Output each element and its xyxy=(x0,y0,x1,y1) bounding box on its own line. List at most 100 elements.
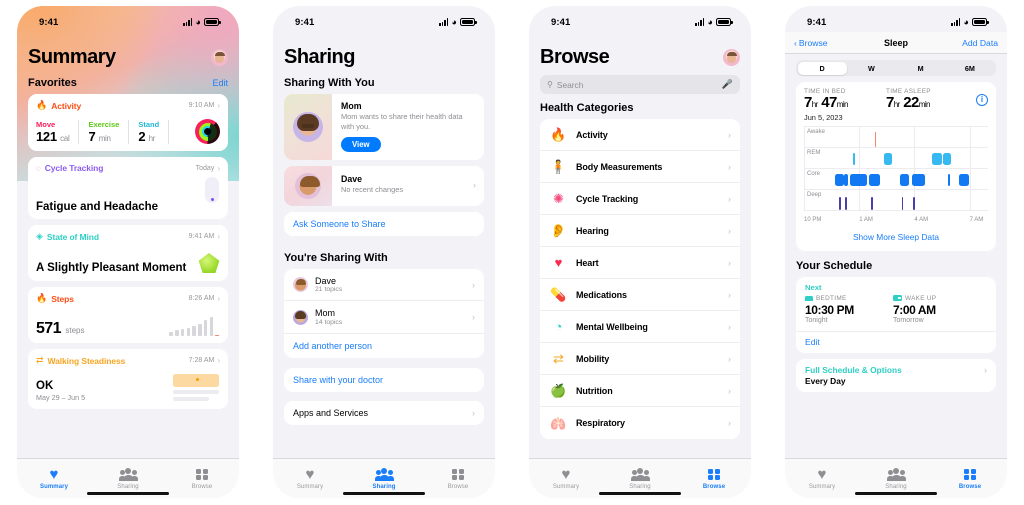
tab-label: Summary xyxy=(39,484,69,490)
tab-bar[interactable]: ♥ Summary Sharing Browse xyxy=(785,458,1007,498)
section-sharing-with-you: Sharing With You xyxy=(273,71,495,94)
status-bar: 9:41 ◕ xyxy=(785,6,1007,32)
page-title: Browse xyxy=(540,46,610,68)
tab-browse[interactable]: Browse xyxy=(165,467,239,490)
tab-sharing[interactable]: Sharing xyxy=(347,467,421,490)
card-title: Walking Steadiness xyxy=(47,355,126,366)
share-request-mom[interactable]: Mom Mom wants to share their health data… xyxy=(284,94,484,160)
doctor-card[interactable]: Share with your doctor xyxy=(284,367,484,392)
sleep-summary-card[interactable]: TIME IN BED 7hr 47min TIME ASLEEP 7hr 22… xyxy=(796,82,996,251)
edit-schedule-button[interactable]: Edit xyxy=(796,332,996,353)
wakeup-label: WAKE UP xyxy=(905,294,937,302)
sharing-screen[interactable]: Sharing Sharing With You Mom Mom wants t… xyxy=(273,32,495,458)
sleep-segment-deep xyxy=(871,196,873,210)
category-row-cycle-tracking[interactable]: ✺ Cycle Tracking › xyxy=(540,183,740,215)
category-row-body-measurements[interactable]: 🧍 Body Measurements › xyxy=(540,151,740,183)
card-activity[interactable]: 🔥 Activity 9:10 AM › Move 121 cal Exerci… xyxy=(28,94,228,151)
schedule-card[interactable]: Next BEDTIME 10:30 PM Tonight WAKE UP 7:… xyxy=(796,276,996,353)
tab-summary[interactable]: ♥ Summary xyxy=(17,467,91,490)
chevron-right-icon: › xyxy=(984,364,987,375)
tab-bar[interactable]: ♥ Summary Sharing Browse xyxy=(17,458,239,498)
tab-sharing[interactable]: Sharing xyxy=(91,467,165,490)
chevron-right-icon: › xyxy=(472,279,475,290)
show-more-sleep-data-link[interactable]: Show More Sleep Data xyxy=(804,224,988,244)
tab-browse[interactable]: Browse xyxy=(677,467,751,490)
grid-icon xyxy=(196,468,208,481)
tab-summary[interactable]: ♥ Summary xyxy=(273,467,347,490)
sleep-screen[interactable]: D W M 6M TIME IN BED 7hr 47min TIME ASLE… xyxy=(785,54,1007,458)
info-icon[interactable]: i xyxy=(976,93,988,106)
add-another-person-link[interactable]: Add another person xyxy=(293,341,475,351)
category-row-mobility[interactable]: ⇄ Mobility › xyxy=(540,343,740,375)
microphone-icon[interactable]: 🎤 xyxy=(722,79,733,90)
card-steps[interactable]: 🔥 Steps 8:26 AM › 571 steps xyxy=(28,287,228,343)
tab-browse[interactable]: Browse xyxy=(933,467,1007,490)
card-state-of-mind[interactable]: ◈ State of Mind 9:41 AM › A Slightly Ple… xyxy=(28,225,228,281)
share-name: Dave xyxy=(341,173,363,184)
sleep-segment-deep xyxy=(901,196,904,210)
share-request-dave[interactable]: Dave No recent changes › xyxy=(284,165,484,206)
profile-avatar[interactable] xyxy=(211,49,228,66)
segment-month[interactable]: M xyxy=(896,62,945,75)
section-title: Health Categories xyxy=(540,102,634,114)
sleep-segment-core xyxy=(844,173,849,186)
tab-bar[interactable]: ♥ Summary Sharing Browse xyxy=(273,458,495,498)
tab-sharing[interactable]: Sharing xyxy=(859,467,933,490)
favorites-header: Favorites Edit xyxy=(17,71,239,94)
segment-day[interactable]: D xyxy=(797,61,847,75)
card-cycle-tracking[interactable]: ◌ Cycle Tracking Today › Fatigue and Hea… xyxy=(28,157,228,219)
ask-someone-card[interactable]: Ask Someone to Share xyxy=(284,211,484,236)
category-row-mental-wellbeing[interactable]: ◔ Mental Wellbeing › xyxy=(540,311,740,343)
metric-hours: 7 xyxy=(886,94,894,111)
steps-bar xyxy=(203,320,208,336)
view-button[interactable]: View xyxy=(341,136,381,152)
list-item[interactable]: Add another person xyxy=(284,334,484,358)
range-segmented-control[interactable]: D W M 6M xyxy=(796,60,996,76)
add-data-button[interactable]: Add Data xyxy=(962,38,998,48)
category-row-medications[interactable]: 💊 Medications › xyxy=(540,279,740,311)
flame-icon: 🔥 xyxy=(36,100,48,110)
nav-bar[interactable]: ‹ Browse Sleep Add Data xyxy=(785,32,1007,54)
tab-summary[interactable]: ♥ Summary xyxy=(529,467,603,490)
metric-value: 7 xyxy=(88,129,96,144)
list-item[interactable]: Ask Someone to Share xyxy=(284,212,484,236)
grid-icon xyxy=(452,468,464,481)
full-schedule-card[interactable]: Full Schedule & Options Every Day › xyxy=(796,358,996,392)
health-categories-list[interactable]: 🔥 Activity › 🧍 Body Measurements › ✺ Cycle Trac… xyxy=(540,119,740,439)
metric-unit: hr xyxy=(148,134,156,143)
category-row-respiratory[interactable]: 🫁 Respiratory › xyxy=(540,407,740,439)
search-input[interactable]: ⚲ Search 🎤 xyxy=(540,75,740,94)
category-row-hearing[interactable]: 👂 Hearing › xyxy=(540,215,740,247)
list-item[interactable]: Apps and Services › xyxy=(284,401,484,425)
profile-avatar[interactable] xyxy=(723,49,740,66)
back-button[interactable]: ‹ Browse xyxy=(794,38,828,48)
chart-gridline xyxy=(804,126,805,210)
segment-week[interactable]: W xyxy=(847,62,896,75)
cellular-bars-icon xyxy=(183,18,193,26)
x-axis-tick: 4 AM xyxy=(914,216,929,223)
summary-screen[interactable]: Summary Favorites Edit 🔥 Activity 9:10 A… xyxy=(17,32,239,458)
sleep-segment-core xyxy=(958,173,969,186)
outgoing-list[interactable]: Dave 21 topics › Mom 14 topics › Add ano… xyxy=(284,268,484,358)
apps-services-card[interactable]: Apps and Services › xyxy=(284,400,484,425)
segment-6month[interactable]: 6M xyxy=(945,62,994,75)
tab-bar[interactable]: ♥ Summary Sharing Browse xyxy=(529,458,751,498)
share-with-doctor-link[interactable]: Share with your doctor xyxy=(293,375,475,385)
sleep-segment-core xyxy=(835,173,844,186)
ask-someone-to-share-link[interactable]: Ask Someone to Share xyxy=(293,219,475,229)
list-item[interactable]: Share with your doctor xyxy=(284,368,484,392)
card-walking-steadiness[interactable]: ⇄ Walking Steadiness 7:28 AM › OK May 29… xyxy=(28,349,228,409)
category-row-heart[interactable]: ♥ Heart › xyxy=(540,247,740,279)
steadiness-band xyxy=(173,373,219,387)
tab-summary[interactable]: ♥ Summary xyxy=(785,467,859,490)
tab-sharing[interactable]: Sharing xyxy=(603,467,677,490)
phone-browse: 9:41 ◕ Browse ⚲ Search 🎤 Health Categori… xyxy=(529,6,751,498)
edit-button[interactable]: Edit xyxy=(212,78,228,88)
category-row-activity[interactable]: 🔥 Activity › xyxy=(540,119,740,151)
tab-label: Browse xyxy=(191,484,213,490)
browse-screen[interactable]: Browse ⚲ Search 🎤 Health Categories 🔥 Act… xyxy=(529,32,751,458)
category-row-nutrition[interactable]: 🍏 Nutrition › xyxy=(540,375,740,407)
list-item[interactable]: Mom 14 topics › xyxy=(284,301,484,334)
tab-browse[interactable]: Browse xyxy=(421,467,495,490)
list-item[interactable]: Dave 21 topics › xyxy=(284,269,484,302)
